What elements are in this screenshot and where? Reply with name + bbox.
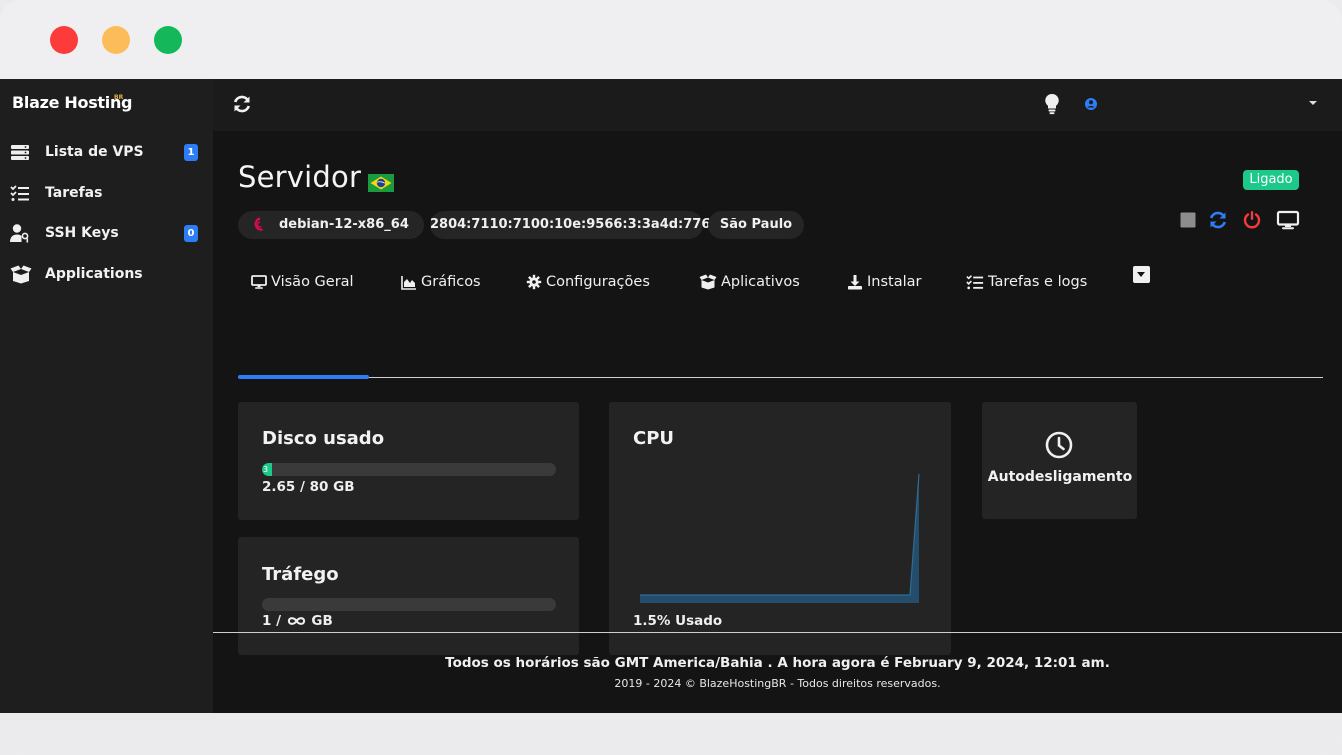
stop-icon[interactable] [1178,210,1198,230]
clock-icon [1045,431,1073,459]
infinity-icon [287,617,305,625]
lightbulb-icon[interactable] [1044,93,1060,115]
more-tabs-dropdown-icon[interactable] [1133,266,1150,283]
user-menu-caret-icon[interactable] [1309,101,1317,105]
browser-window: Blaze Hosting BR Lista de VPS 1 Tarefas … [0,0,1342,755]
sidebar-item-label: SSH Keys [45,225,119,241]
traffic-card: Tráfego 1 / GB [238,537,579,655]
tab-graphs[interactable]: Gráficos [401,268,481,296]
autoshutdown-card[interactable]: Autodesligamento [982,402,1137,519]
app-container: Blaze Hosting BR Lista de VPS 1 Tarefas … [0,79,1342,713]
sidebar-item-label: Applications [45,266,143,282]
disk-usage-bar: 3 [262,463,556,476]
sidebar-item-applications[interactable]: Applications [0,256,213,292]
location-pill: São Paulo [708,211,804,239]
traffic-usage-bar [262,598,556,611]
sidebar-item-vps-list[interactable]: Lista de VPS 1 [0,134,213,170]
brand-logo-suffix: BR [114,94,124,101]
tab-applications[interactable]: Aplicativos [699,268,800,296]
os-name: debian-12-x86_64 [279,217,409,232]
tasks-icon [10,185,29,201]
tab-label: Visão Geral [271,274,354,290]
os-pill: debian-12-x86_64 [238,211,424,239]
tab-label: Aplicativos [721,274,800,290]
user-circle-icon[interactable] [1084,97,1098,111]
user-key-icon [10,224,29,243]
sidebar: Blaze Hosting BR Lista de VPS 1 Tarefas … [0,79,213,713]
disk-card-title: Disco usado [262,428,385,449]
disk-usage-bar-label: 3 [263,465,269,474]
vps-count-badge: 1 [184,143,198,161]
ip-address-pill[interactable]: 2804:7110:7100:10e:9566:3:3a4d:776f [430,211,716,239]
tab-label: Instalar [867,274,922,290]
box-open-icon [10,265,32,284]
cpu-sparkline-line [640,474,920,596]
power-icon[interactable] [1242,210,1262,230]
server-icon [11,145,29,160]
sidebar-item-label: Tarefas [45,185,103,201]
active-tab-indicator [238,375,369,379]
disk-usage-value: 2.65 / 80 GB [262,479,355,495]
box-open-icon [699,274,717,290]
main-content: Servidor Ligado debian-12-x86_64 2804:71… [213,131,1342,713]
tab-label: Gráficos [421,274,481,290]
autoshutdown-label: Autodesligamento [987,469,1133,485]
sidebar-item-tasks[interactable]: Tarefas [0,175,213,211]
cpu-usage-sparkline [640,474,920,603]
traffic-value-suffix: GB [306,613,333,629]
cpu-sparkline-area [640,474,919,603]
cpu-card: CPU 1.5% Usado [609,402,951,655]
close-window-button[interactable] [50,26,78,54]
sidebar-item-ssh-keys[interactable]: SSH Keys 0 [0,215,213,251]
console-monitor-icon[interactable] [1276,210,1300,230]
page-title: Servidor [238,160,362,194]
download-icon [848,275,862,290]
traffic-card-title: Tráfego [262,564,339,585]
tab-install[interactable]: Instalar [847,268,921,296]
disk-usage-card: Disco usado 3 2.65 / 80 GB [238,402,579,520]
restart-icon[interactable] [1208,210,1228,230]
area-chart-icon [401,276,416,290]
traffic-value-prefix: 1 / [262,613,286,629]
refresh-icon[interactable] [232,94,252,114]
server-status-badge: Ligado [1243,170,1299,190]
cpu-card-title: CPU [633,428,675,449]
footer-copyright: 2019 - 2024 © BlazeHostingBR - Todos dir… [614,677,941,690]
debian-logo-icon [254,217,263,231]
brazil-flag-icon [368,174,394,192]
monitor-icon [251,275,267,289]
window-bottom-bar [0,713,1342,755]
footer-divider [213,632,1342,633]
maximize-window-button[interactable] [154,26,182,54]
tab-settings[interactable]: Configurações [526,268,650,296]
footer-timezone-text: Todos os horários são GMT America/Bahia … [445,655,1110,671]
sidebar-item-label: Lista de VPS [45,144,144,160]
tab-label: Configurações [546,274,650,290]
cpu-usage-value: 1.5% Usado [633,613,723,629]
window-titlebar [0,0,1342,78]
tab-tasks-logs[interactable]: Tarefas e logs [966,268,1087,296]
tab-label: Tarefas e logs [988,274,1088,290]
tasks-icon [966,275,984,290]
tab-overview[interactable]: Visão Geral [251,268,354,296]
gear-icon [526,274,542,290]
top-navbar [213,79,1342,131]
tabs-divider [238,377,1323,378]
traffic-usage-value: 1 / GB [262,613,333,629]
ssh-keys-count-badge: 0 [184,224,198,242]
disk-usage-bar-fill: 3 [262,463,272,476]
minimize-window-button[interactable] [102,26,130,54]
